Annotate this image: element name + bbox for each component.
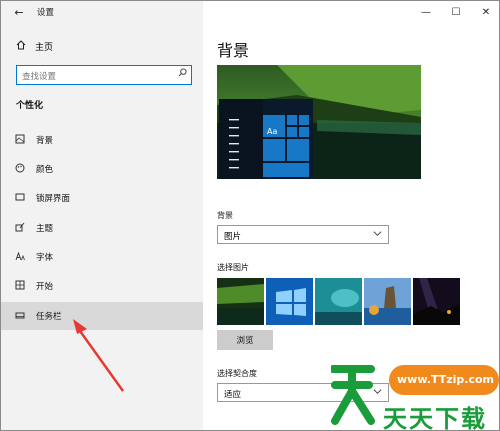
watermark-brand: 天天下载 bbox=[383, 405, 487, 431]
watermark-url: www.TTzip.com bbox=[397, 373, 494, 386]
watermark: www.TTzip.com 天天下载 bbox=[329, 361, 499, 431]
settings-window: ← 设置 主页 查找设置 个性化 背景 颜色 锁屏界面 主题 字体 开始 任务栏… bbox=[0, 0, 500, 431]
